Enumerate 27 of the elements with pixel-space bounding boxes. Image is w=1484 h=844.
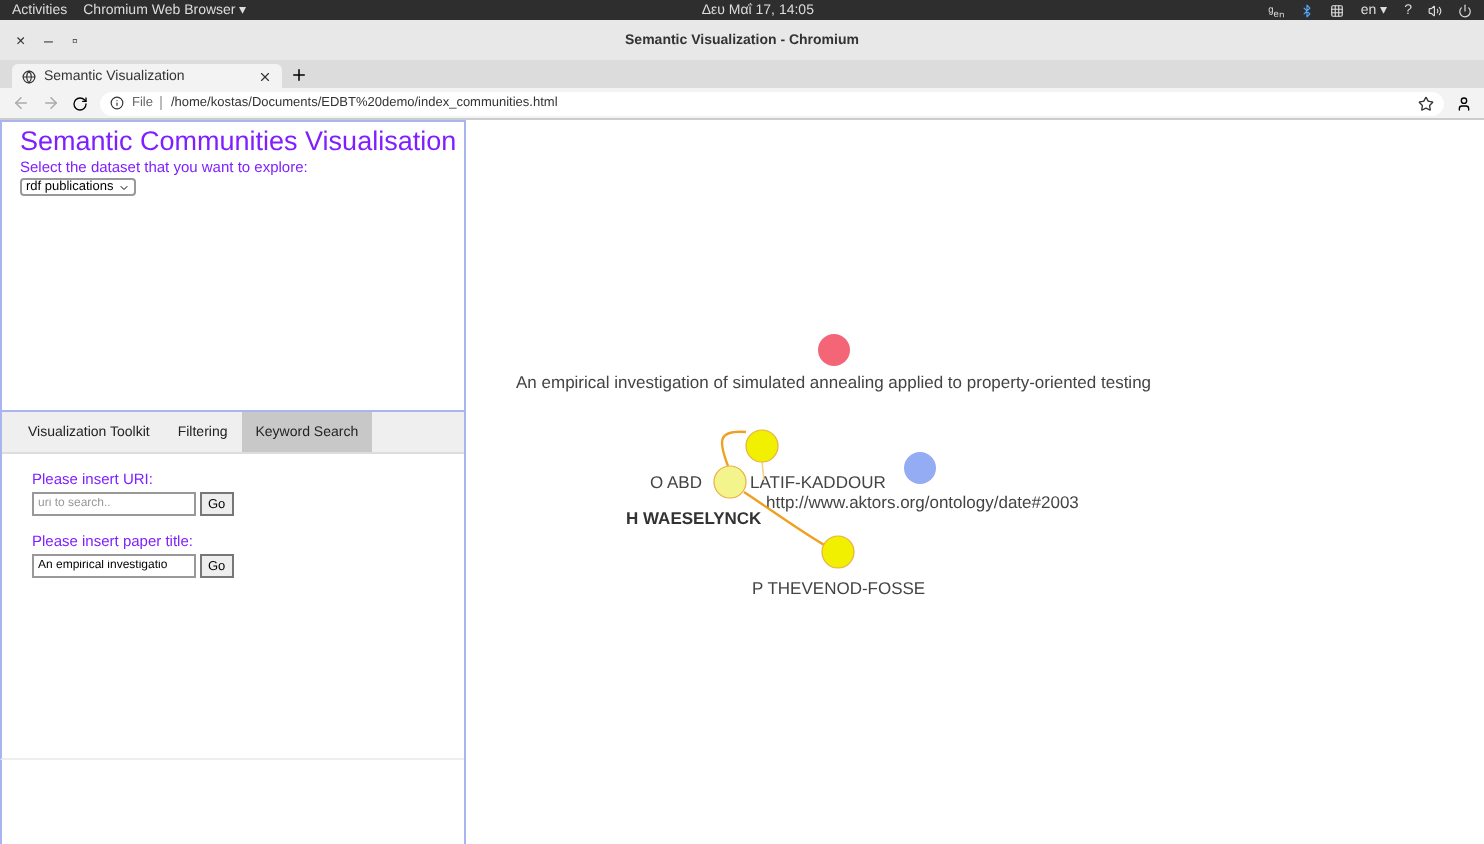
power-icon[interactable] (1458, 3, 1472, 17)
window-control[interactable]: – (44, 31, 72, 49)
edge-line (720, 430, 747, 467)
close-tab-icon[interactable] (258, 69, 272, 83)
window-control[interactable]: × (16, 31, 44, 49)
profile-icon[interactable] (1456, 95, 1472, 111)
new-tab-icon[interactable] (290, 66, 308, 84)
window-control[interactable]: ▫ (72, 31, 100, 49)
node-label: O ABD (650, 472, 702, 492)
graph-node[interactable] (713, 465, 747, 499)
node-label: P THEVENOD-FOSSE (752, 578, 926, 598)
grid-icon[interactable] (1330, 3, 1345, 17)
bluetooth-icon[interactable] (1300, 3, 1315, 17)
graph-node[interactable] (821, 535, 855, 569)
globe-icon (22, 69, 36, 83)
reload-icon[interactable] (72, 95, 88, 111)
page-heading: Semantic Communities Visualisation (20, 126, 457, 156)
node-label: http://www.aktors.org/ontology/date#2003 (766, 492, 1079, 512)
node-label: H WAESELYNCK (626, 508, 762, 528)
node-label: LATIF-KADDOUR (750, 472, 886, 492)
edge-line (761, 461, 765, 481)
volume-icon[interactable] (1428, 3, 1442, 17)
graph-node[interactable] (745, 429, 779, 463)
graph-node[interactable] (904, 452, 936, 484)
chevron-down-icon (117, 181, 130, 193)
graph-node[interactable] (818, 334, 850, 366)
node-label: An empirical investigation of simulated annealing applied to property-oriented testing (516, 372, 1152, 392)
